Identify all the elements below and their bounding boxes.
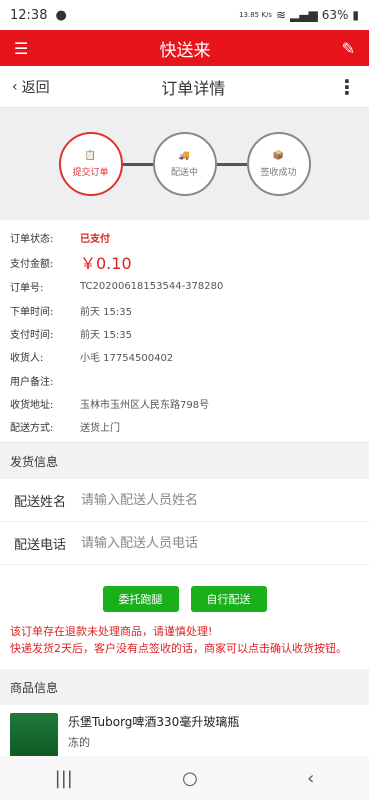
pay-time-value: 前天 15:35 <box>80 330 132 342</box>
menu-icon[interactable]: ☰ <box>14 39 28 58</box>
battery-icon: ▮ <box>352 8 359 22</box>
order-info: 订单状态: 已支付 支付金额: ￥0.10 订单号: TC20200618153… <box>0 220 369 444</box>
order-status-value: 已支付 <box>80 234 110 246</box>
more-icon[interactable]: ⋮ <box>337 75 357 99</box>
pay-time-row: 支付时间: 前天 15:35 <box>10 322 359 345</box>
product-item[interactable]: 乐堡Tuborg啤酒330毫升玻璃瓶 冻的 <box>0 705 369 760</box>
order-no-label: 订单号: <box>10 283 44 295</box>
progress-steps: 📋 提交订单 🚚 配送中 📦 签收成功 <box>0 108 369 220</box>
step-connector <box>216 162 247 166</box>
amount-label: 支付金额: <box>10 258 54 270</box>
status-bar: 12:38 ● 13.85 K/s ≋ ▂▄▆ 63% ▮ <box>0 0 369 30</box>
product-name: 乐堡Tuborg啤酒330毫升玻璃瓶 <box>68 715 240 730</box>
address-row: 收货地址: 玉林市玉州区人民东路798号 <box>10 392 359 415</box>
notice-line-2: 快递发货2天后，客户没有点签收的话，商家可以点击确认收货按钮。 <box>10 642 347 656</box>
chevron-left-icon: ‹ <box>12 78 18 95</box>
nav-bar: ‹ 返回 订单详情 ⋮ <box>0 66 369 108</box>
courier-phone-row: 配送电话 <box>0 522 369 566</box>
order-status-label: 订单状态: <box>10 234 54 246</box>
order-status-row: 订单状态: 已支付 <box>10 226 359 249</box>
order-time-row: 下单时间: 前天 15:35 <box>10 299 359 322</box>
order-time-label: 下单时间: <box>10 306 54 318</box>
address-label: 收货地址: <box>10 399 54 411</box>
address-value: 玉林市玉州区人民东路798号 <box>80 399 210 411</box>
delegate-errand-button[interactable]: 委托跑腿 <box>102 586 179 613</box>
page-title: 订单详情 <box>161 78 226 98</box>
shipping-section-title: 发货信息 <box>0 443 369 480</box>
clock: 12:38 <box>10 7 48 23</box>
receiver-value: 小毛 17754500402 <box>80 353 174 365</box>
notice: 该订单存在退款未处理商品，请谨慎处理! 快递发货2天后，客户没有点签收的话，商家… <box>0 619 369 670</box>
amount-value: ￥0.10 <box>80 254 132 274</box>
order-no-value: TC20200618153544-378280 <box>80 281 224 293</box>
wechat-icon: ● <box>55 7 67 23</box>
system-nav-bar: ||| ○ ‹ <box>0 756 369 800</box>
signal-icon: ▂▄▆ <box>290 8 318 22</box>
clipboard-icon: 📋 <box>84 150 97 161</box>
step-delivering: 🚚 配送中 <box>152 132 217 196</box>
battery-text: 63% <box>321 8 349 22</box>
pay-time-label: 支付时间: <box>10 330 54 342</box>
back-nav-icon[interactable]: ‹ <box>307 768 314 789</box>
courier-name-label: 配送姓名 <box>14 494 67 510</box>
self-delivery-button[interactable]: 自行配送 <box>190 586 267 613</box>
step-label: 提交订单 <box>72 167 109 178</box>
back-label: 返回 <box>21 79 50 96</box>
back-button[interactable]: ‹ 返回 <box>12 77 50 97</box>
products-section-title: 商品信息 <box>0 669 369 706</box>
step-connector <box>122 162 153 166</box>
step-label: 签收成功 <box>260 167 297 178</box>
notice-line-1: 该订单存在退款未处理商品，请谨慎处理! <box>10 625 213 639</box>
delivery-label: 配送方式: <box>10 423 54 435</box>
courier-phone-label: 配送电话 <box>14 537 67 553</box>
step-submitted: 📋 提交订单 <box>58 132 123 196</box>
order-time-value: 前天 15:35 <box>80 306 132 318</box>
app-bar: ☰ 快送来 ✎ <box>0 30 369 66</box>
network-speed: 13.85 K/s <box>239 10 272 19</box>
remark-label: 用户备注: <box>10 376 54 388</box>
product-image <box>10 713 58 758</box>
app-title: 快送来 <box>159 40 211 61</box>
recents-icon[interactable]: ||| <box>55 768 73 789</box>
wifi-icon: ≋ <box>275 8 287 22</box>
home-icon[interactable]: ○ <box>182 768 198 789</box>
product-note: 冻的 <box>68 736 90 750</box>
box-icon: 📦 <box>272 150 285 161</box>
delivery-value: 送货上门 <box>80 423 120 435</box>
amount-row: 支付金额: ￥0.10 <box>10 249 359 275</box>
truck-icon: 🚚 <box>178 150 191 161</box>
courier-name-input[interactable] <box>81 492 355 508</box>
edit-icon[interactable]: ✎ <box>342 39 355 58</box>
step-received: 📦 签收成功 <box>246 132 311 196</box>
courier-name-row: 配送姓名 <box>0 479 369 523</box>
step-label: 配送中 <box>170 167 198 178</box>
courier-phone-input[interactable] <box>81 535 355 551</box>
delivery-row: 配送方式: 送货上门 <box>10 415 359 438</box>
remark-row: 用户备注: <box>10 368 359 391</box>
action-buttons: 委托跑腿 自行配送 <box>0 565 369 620</box>
order-no-row: 订单号: TC20200618153544-378280 <box>10 275 359 298</box>
receiver-row: 收货人: 小毛 17754500402 <box>10 345 359 368</box>
receiver-label: 收货人: <box>10 353 44 365</box>
